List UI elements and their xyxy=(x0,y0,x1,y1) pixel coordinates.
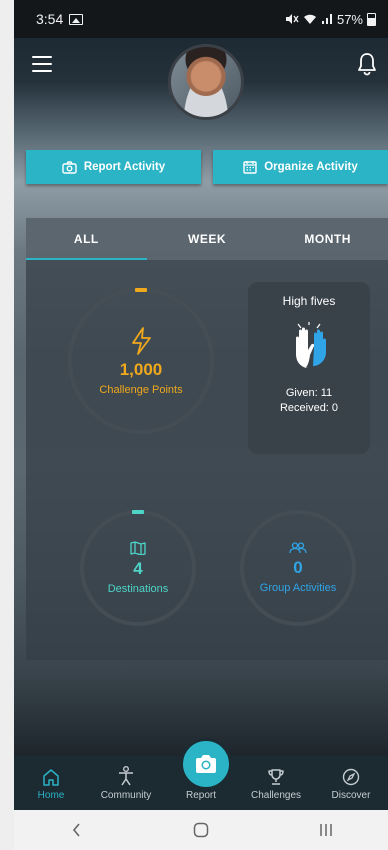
app-screen: 3:54 57% Report Activity Organize Activi… xyxy=(14,0,388,850)
tab-week[interactable]: WEEK xyxy=(147,218,268,260)
period-tabs: ALL WEEK MONTH xyxy=(26,218,388,260)
mute-icon xyxy=(285,14,299,24)
progress-tick xyxy=(135,288,147,292)
challenge-points-label: Challenge Points xyxy=(99,384,183,396)
nav-community-label: Community xyxy=(100,790,152,801)
destinations-ring[interactable]: 4 Destinations xyxy=(80,510,196,626)
status-bar: 3:54 57% xyxy=(14,0,388,38)
challenge-points-ring[interactable]: 1,000 Challenge Points xyxy=(68,288,214,434)
battery-icon xyxy=(367,12,376,26)
stats-panel: ALL WEEK MONTH 1,000 Challenge Points Hi… xyxy=(26,218,388,660)
avatar[interactable] xyxy=(168,44,244,120)
high-fives-received: Received: 0 xyxy=(279,402,339,414)
nav-report-label: Report xyxy=(185,790,216,801)
nav-community[interactable]: Community xyxy=(89,756,163,810)
home-icon xyxy=(43,769,59,786)
status-time: 3:54 xyxy=(36,11,64,27)
destinations-value: 4 xyxy=(133,559,143,578)
challenge-points-value: 1,000 xyxy=(119,360,163,379)
back-icon xyxy=(73,823,80,837)
recents-icon xyxy=(319,824,332,836)
nav-challenges[interactable]: Challenges xyxy=(239,756,313,810)
high-five-hands-icon xyxy=(296,322,326,368)
recents-button[interactable] xyxy=(296,815,356,845)
bell-icon[interactable] xyxy=(356,52,378,76)
lightning-icon xyxy=(132,327,151,355)
report-activity-label: Report Activity xyxy=(83,161,166,173)
group-activities-value: 0 xyxy=(293,558,303,577)
wifi-icon xyxy=(303,14,316,24)
signal-icon xyxy=(321,14,332,24)
system-nav-bar xyxy=(14,810,388,850)
nav-discover-label: Discover xyxy=(331,790,371,801)
nav-home-label: Home xyxy=(37,790,65,801)
home-button[interactable] xyxy=(171,815,231,845)
group-activities-ring[interactable]: 0 Group Activities xyxy=(240,510,356,626)
back-button[interactable] xyxy=(46,815,106,845)
camera-icon xyxy=(196,755,216,773)
map-icon xyxy=(130,541,146,555)
camera-icon xyxy=(62,160,77,174)
hamburger-icon[interactable] xyxy=(32,56,52,72)
high-fives-title: High fives xyxy=(282,294,336,308)
report-camera-button[interactable] xyxy=(180,738,232,790)
battery-percent: 57% xyxy=(336,11,363,27)
report-activity-button[interactable]: Report Activity xyxy=(26,150,201,184)
nav-discover[interactable]: Discover xyxy=(314,756,388,810)
tab-all[interactable]: ALL xyxy=(26,218,147,260)
person-icon xyxy=(119,766,133,786)
progress-tick xyxy=(132,510,144,514)
organize-activity-label: Organize Activity xyxy=(264,161,358,173)
organize-activity-button[interactable]: Organize Activity xyxy=(213,150,388,184)
destinations-label: Destinations xyxy=(107,583,169,595)
high-fives-given: Given: 11 xyxy=(285,387,333,399)
nav-home[interactable]: Home xyxy=(14,756,88,810)
high-fives-card[interactable]: High fives Given: 11 Received: 0 xyxy=(248,282,370,454)
nav-challenges-label: Challenges xyxy=(250,790,302,801)
group-icon xyxy=(289,542,307,554)
group-activities-label: Group Activities xyxy=(259,582,337,594)
calendar-icon xyxy=(243,161,257,174)
tab-month[interactable]: MONTH xyxy=(267,218,388,260)
compass-icon xyxy=(342,768,360,786)
home-circle-icon xyxy=(193,822,209,838)
trophy-icon xyxy=(268,769,284,785)
gallery-notification-icon xyxy=(69,13,84,25)
